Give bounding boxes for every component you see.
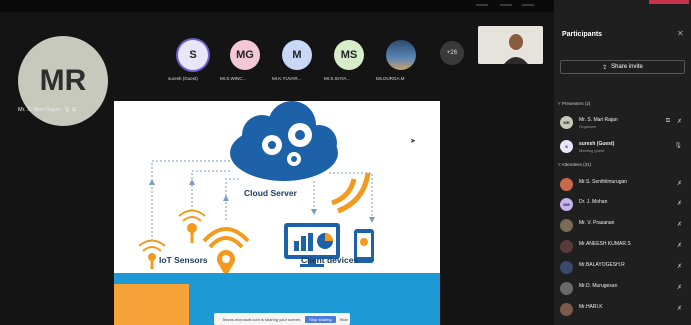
section-label: Attendees (31) [561,162,592,167]
participant-name: Mr.S. Senthilmurugan [579,179,628,185]
cloud-icon [230,101,338,181]
participant-row[interactable]: Mr.HARI.K ✗ [560,301,688,319]
avatar: DM [560,198,573,211]
meeting-stage: MR Mr. S. Mari Rajan 🎙 ⧉ S suresh (Guest… [0,12,554,325]
shared-screen-slide: Cloud Server IoT Sensors Client devices … [114,101,440,325]
hide-button[interactable]: Hide [340,317,348,322]
participant-name: Mr. S. Mari Rajan [18,107,61,113]
mic-off-icon[interactable]: ✗ [677,221,682,228]
participant-row[interactable]: Mr.BALAYOGESH.R ✗ [560,259,688,277]
mic-off-icon[interactable]: ✗ [677,242,682,249]
panel-top-bar [554,0,691,12]
slide-footer-accent [114,284,189,325]
presenters-heading[interactable]: ˅ Presenters (2) [558,101,590,106]
participant-row[interactable]: Mr.S. Senthilmurugan ✗ [560,176,688,194]
participant-row[interactable]: Mr.D. Murugesan ✗ [560,280,688,298]
avatar-photo [386,40,416,70]
share-invite-label: Share invite [611,64,643,70]
participant-name: Mr.D. Murugesan [579,283,618,289]
attendee-name: Ms.DURGA.M [376,76,405,81]
mic-icon[interactable]: 🎙 [674,142,682,149]
avatar [560,240,573,253]
screen-share-notice: Teams.microsoft.com is sharing your scre… [214,313,350,325]
iot-sensors-label: IoT Sensors [159,255,208,265]
attendee-tile[interactable]: Ms.DURGA.M [376,30,424,94]
avatar: MS [334,40,364,70]
participant-row[interactable]: S suresh (Guest) Meeting guest 🎙 [560,138,688,156]
meeting-top-bar [0,0,554,12]
more-participants-button[interactable]: +26 [440,41,464,65]
participant-name: Mr.BALAYOGESH.R [579,262,625,268]
window-control[interactable] [522,4,534,6]
client-devices-label: Client devices [301,255,359,265]
participant-row[interactable]: Mr. V. Prasanan ✗ [560,217,688,235]
mic-off-icon[interactable]: ✗ [677,284,682,291]
attendee-tile[interactable]: MG Mr.S.WINC... [220,30,268,94]
participant-name: Mr.ANEESH KUMAR.S [579,241,631,247]
iot-sensor-icons [138,209,250,277]
share-icon: ⇪ [602,64,608,71]
avatar: S [178,40,208,70]
minimize-control[interactable] [476,4,488,6]
participant-name: Mr.HARI.K [579,304,603,310]
section-label: Presenters (2) [561,101,591,106]
leave-button[interactable] [649,0,689,4]
mic-off-icon[interactable]: ✗ [677,305,682,312]
attendee-tile[interactable]: S suresh (Guest) [168,30,216,94]
mic-off-icon[interactable]: ✗ [677,263,682,270]
participant-name: Mr. S. Mari Rajan [579,117,618,123]
self-video-tile[interactable] [478,26,543,64]
mic-off-icon[interactable]: ✗ [677,118,682,125]
avatar [560,219,573,232]
attendee-name: suresh (Guest) [168,76,198,81]
main-participant-tile[interactable]: MR Mr. S. Mari Rajan 🎙 ⧉ [8,22,126,126]
mic-off-icon[interactable]: ✗ [677,200,682,207]
avatar: MG [230,40,260,70]
participant-name: Dr. J. Mohan [579,199,608,205]
panel-title: Participants [562,31,603,38]
attendee-strip: S suresh (Guest) MG Mr.S.WINC... M Mr.K.… [168,30,468,100]
attendee-tile[interactable]: M Mr.K.YUVAR... [272,30,320,94]
participant-role: Meeting guest [579,148,605,153]
person-video-image [478,26,543,64]
participant-name: suresh (Guest) [579,141,615,147]
avatar: MR [560,116,573,129]
participant-role: Organizer [579,124,597,129]
avatar [560,178,573,191]
mic-off-icon[interactable]: ✗ [677,180,682,187]
share-notice-text: Teams.microsoft.com is sharing your scre… [222,316,302,322]
cloud-server-label: Cloud Server [244,188,297,198]
attendee-tile[interactable]: MS Mr.S.SHYA... [324,30,372,94]
participant-row[interactable]: Mr.ANEESH KUMAR.S ✗ [560,238,688,256]
avatar: S [560,140,573,153]
avatar [560,303,573,316]
attendee-name: Mr.S.SHYA... [324,76,351,81]
stop-sharing-button[interactable]: Stop sharing [305,315,336,323]
participant-row[interactable]: DM Dr. J. Mohan ✗ [560,196,688,214]
participants-panel: Participants ✕ ⇪ Share invite ˅ Presente… [554,12,691,325]
avatar [560,282,573,295]
wifi-icon [331,172,371,214]
restore-control[interactable] [500,4,512,6]
close-icon[interactable]: ✕ [677,29,684,38]
mic-off-icon: 🎙 ⧉ [62,107,76,113]
attendees-heading[interactable]: ˅ Attendees (31) [558,162,591,167]
participant-name: Mr. V. Prasanan [579,220,615,226]
attendee-name: Mr.K.YUVAR... [272,76,302,81]
screen-share-icon: ⧉ [665,118,670,124]
attendee-name: Mr.S.WINC... [220,76,247,81]
participant-name-label: Mr. S. Mari Rajan 🎙 ⧉ [18,107,76,114]
avatar [560,261,573,274]
participant-row[interactable]: MR Mr. S. Mari Rajan Organizer ⧉ ✗ [560,114,688,132]
mouse-cursor-icon: ➤ [410,138,416,145]
avatar: M [282,40,312,70]
share-invite-button[interactable]: ⇪ Share invite [560,60,685,74]
